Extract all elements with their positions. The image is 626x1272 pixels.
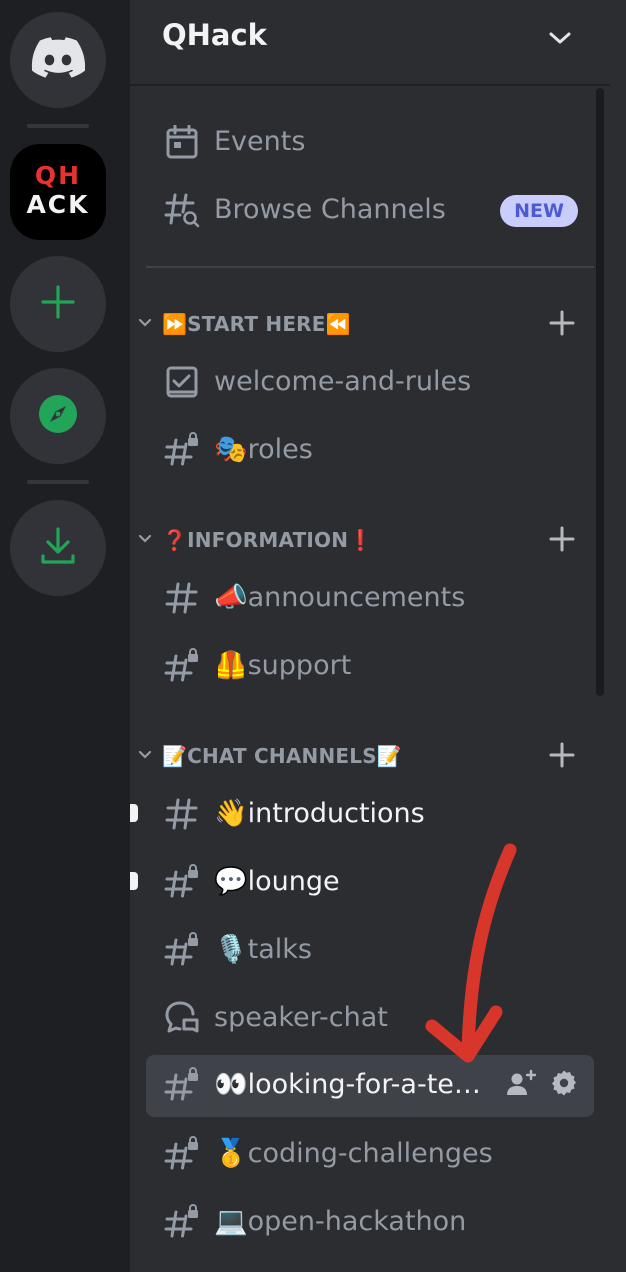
channel-sidebar: QHack Events Browse Channels NEW ⏩START … [130, 0, 610, 1272]
unread-indicator [130, 872, 138, 890]
channel-roles[interactable]: 🎭roles [146, 420, 594, 480]
channel-label: 👋introductions [214, 798, 425, 829]
channel-label: 👀looking-for-a-te… [214, 1069, 481, 1100]
server-rail: QH ACK [0, 0, 130, 1272]
locked-hash-icon [164, 432, 200, 468]
channel-introductions[interactable]: 👋introductions [130, 784, 594, 844]
create-channel-plus-icon[interactable] [548, 525, 576, 557]
hash-icon [164, 580, 200, 616]
scrollbar[interactable] [596, 88, 604, 696]
channel-label: speaker-chat [214, 1002, 388, 1033]
events-label: Events [214, 126, 306, 157]
locked-hash-icon [164, 648, 200, 684]
chevron-down-icon [548, 26, 572, 54]
category-label: 📝CHAT CHANNELS📝 [162, 744, 402, 768]
channel-speaker-chat[interactable]: speaker-chat [146, 988, 594, 1048]
discord-logo-icon [31, 37, 86, 83]
create-channel-plus-icon[interactable] [548, 309, 576, 341]
chevron-down-icon [138, 747, 152, 766]
channel-label: 📣announcements [214, 582, 466, 613]
server-qhack[interactable]: QH ACK [10, 144, 106, 240]
download-apps-button[interactable] [10, 500, 106, 596]
channel-label: 💬lounge [214, 866, 340, 897]
add-server-button[interactable] [10, 256, 106, 352]
qhack-logo: QH ACK [26, 161, 90, 219]
channel-label: 🎙️talks [214, 934, 312, 965]
channel-label: 🦺support [214, 650, 352, 681]
category-information[interactable]: ❓INFORMATION❗ [138, 522, 602, 558]
channel-open-hackathon[interactable]: 💻open-hackathon [146, 1192, 594, 1252]
browse-channels-item[interactable]: Browse Channels NEW [146, 180, 594, 240]
rail-divider [27, 124, 89, 128]
locked-hash-icon [164, 1204, 200, 1240]
channel-lounge[interactable]: 💬lounge [130, 852, 594, 912]
locked-hash-icon [164, 932, 200, 968]
calendar-icon [164, 124, 200, 160]
forum-icon [164, 1000, 200, 1036]
plus-icon [40, 284, 76, 324]
channel-talks[interactable]: 🎙️talks [146, 920, 594, 980]
compass-icon [38, 394, 78, 438]
channel-label: welcome-and-rules [214, 366, 472, 397]
hash-icon [164, 796, 200, 832]
locked-hash-icon [164, 1136, 200, 1172]
gear-icon[interactable] [550, 1069, 578, 1101]
events-item[interactable]: Events [146, 112, 594, 172]
channel-actions [506, 1069, 578, 1101]
explore-servers-button[interactable] [10, 368, 106, 464]
server-name: QHack [162, 18, 267, 52]
channel-label: 💻open-hackathon [214, 1206, 467, 1237]
divider [146, 266, 594, 268]
unread-indicator [130, 804, 138, 822]
channel-announcements[interactable]: 📣announcements [146, 568, 594, 628]
server-header[interactable]: QHack [130, 0, 610, 86]
locked-hash-icon [164, 1067, 200, 1103]
category-label: ⏩START HERE⏪ [162, 312, 351, 336]
channel-support[interactable]: 🦺support [146, 636, 594, 696]
rules-checkbox-icon [164, 364, 200, 400]
channel-label: 🥇coding-challenges [214, 1138, 493, 1169]
home-button[interactable] [10, 12, 106, 108]
channel-welcome-and-rules[interactable]: welcome-and-rules [146, 352, 594, 412]
chevron-down-icon [138, 531, 152, 550]
category-start-here[interactable]: ⏩START HERE⏪ [138, 306, 602, 342]
browse-channels-label: Browse Channels [214, 194, 446, 225]
rail-divider [27, 480, 89, 484]
channel-label: 🎭roles [214, 434, 313, 465]
chevron-down-icon [138, 315, 152, 334]
download-icon [40, 526, 76, 570]
category-label: ❓INFORMATION❗ [162, 528, 374, 552]
locked-hash-icon [164, 864, 200, 900]
channel-coding-challenges[interactable]: 🥇coding-challenges [146, 1124, 594, 1184]
channel-looking-for-a-team[interactable]: 👀looking-for-a-te… [146, 1055, 594, 1117]
create-invite-icon[interactable] [506, 1069, 538, 1101]
new-badge: NEW [500, 195, 578, 227]
create-channel-plus-icon[interactable] [548, 741, 576, 773]
category-chat-channels[interactable]: 📝CHAT CHANNELS📝 [138, 738, 602, 774]
browse-channels-icon [164, 192, 200, 228]
